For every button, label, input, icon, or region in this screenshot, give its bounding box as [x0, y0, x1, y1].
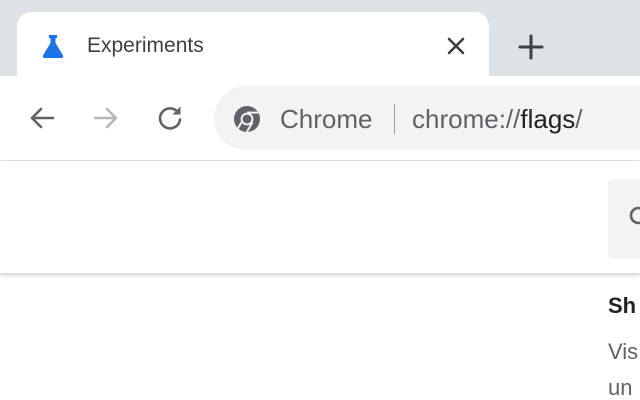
url-scheme: chrome:// — [412, 104, 521, 134]
flag-description-line: un — [608, 375, 633, 400]
flags-header — [0, 161, 640, 274]
flag-title: Sh — [608, 293, 637, 318]
flag-description-line: Vis — [608, 339, 639, 364]
browser-window: Experiments Chrome chrome://flags/ Sh Vi… — [0, 0, 640, 400]
reload-icon[interactable] — [156, 104, 184, 132]
chip-divider — [394, 104, 395, 134]
plus-icon[interactable] — [516, 32, 546, 62]
tab-title: Experiments — [87, 34, 204, 57]
tab-experiments[interactable]: Experiments — [17, 12, 489, 82]
address-bar[interactable]: Chrome chrome://flags/ — [214, 86, 640, 150]
url-text[interactable]: chrome://flags/ — [412, 105, 583, 133]
tab-strip: Experiments — [0, 0, 640, 82]
url-host: flags — [520, 104, 576, 134]
search-flags-box[interactable] — [608, 179, 640, 259]
security-chip-label[interactable]: Chrome — [280, 105, 372, 133]
flag-description: Vis un — [608, 334, 640, 400]
flask-icon — [42, 35, 64, 58]
forward-arrow-icon[interactable] — [92, 104, 120, 132]
chrome-logo-icon — [234, 106, 260, 133]
back-arrow-icon[interactable] — [28, 104, 56, 132]
close-icon[interactable] — [445, 35, 467, 57]
search-icon — [629, 206, 640, 225]
url-suffix: / — [575, 104, 583, 134]
toolbar: Chrome chrome://flags/ — [0, 76, 640, 161]
